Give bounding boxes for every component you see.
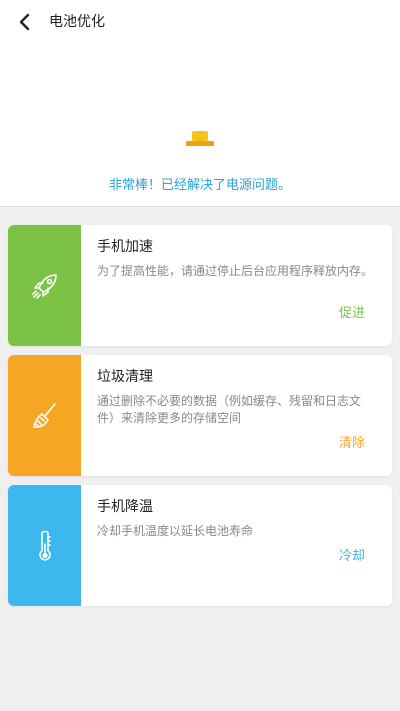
card-description: 冷却手机温度以延长电池寿命 xyxy=(97,524,254,538)
card-description: 通过删除不必要的数据（例如缓存、残留和日志文件）来清除更多的存储空间 xyxy=(97,394,362,425)
card-title: 手机加速 xyxy=(97,239,153,255)
battery-icon xyxy=(186,131,214,146)
cool-button[interactable]: 冷却 xyxy=(339,548,365,566)
broom-icon xyxy=(32,402,56,428)
card-junk-clean: 垃圾清理 通过删除不必要的数据（例如缓存、残留和日志文件）来清除更多的存储空间 … xyxy=(8,355,392,476)
thermometer-icon xyxy=(38,530,51,561)
chevron-left-icon xyxy=(19,13,30,31)
card-phone-boost: 手机加速 为了提高性能，请通过停止后台应用程序释放内存。 促进 xyxy=(8,225,392,346)
card-phone-cool: 手机降温 冷却手机温度以延长电池寿命 冷却 xyxy=(8,485,392,606)
card-title: 手机降温 xyxy=(97,499,153,515)
status-message: 非常棒！已经解决了电源问题。 xyxy=(108,178,291,193)
status-panel: 电池优化 非常棒！已经解决了电源问题。 xyxy=(0,0,400,207)
back-button[interactable] xyxy=(12,9,38,35)
page-title: 电池优化 xyxy=(49,14,105,30)
card-icon-panel xyxy=(8,225,81,346)
card-icon-panel xyxy=(8,355,81,476)
card-icon-panel xyxy=(8,485,81,606)
boost-button[interactable]: 促进 xyxy=(339,305,365,323)
clean-button[interactable]: 清除 xyxy=(339,435,365,453)
rocket-icon xyxy=(31,273,57,299)
card-title: 垃圾清理 xyxy=(97,369,153,385)
card-description: 为了提高性能，请通过停止后台应用程序释放内存。 xyxy=(97,264,374,278)
